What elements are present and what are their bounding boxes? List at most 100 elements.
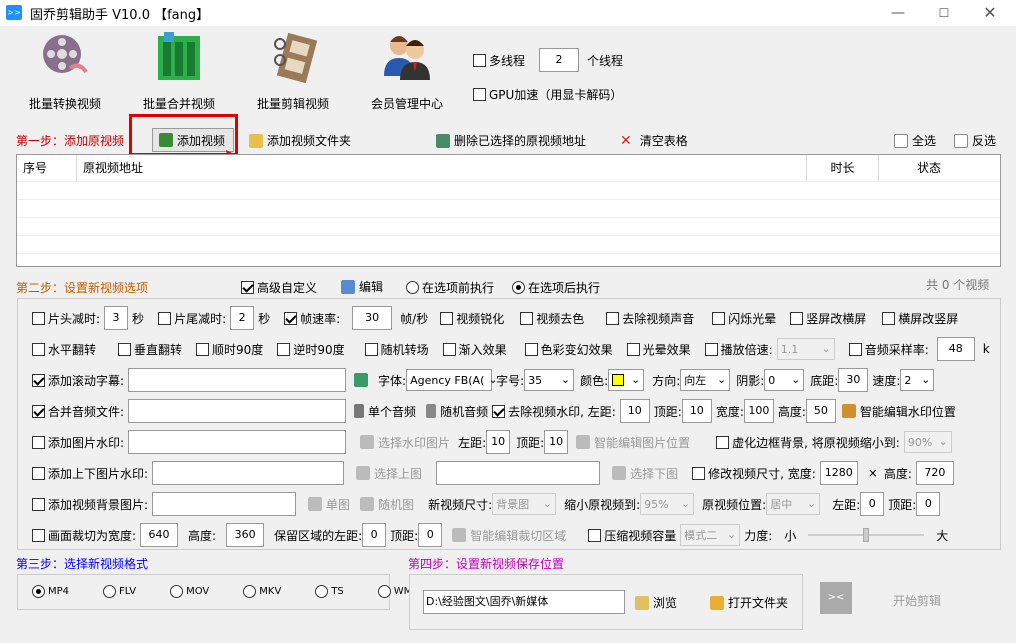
wm-height-input[interactable]: 50 <box>805 399 836 423</box>
start-clip-button[interactable]: 开始剪辑 <box>893 592 941 609</box>
crop-left-input[interactable]: 0 <box>362 523 387 547</box>
exec-after-radio[interactable] <box>512 281 525 294</box>
minimize-button[interactable]: — <box>875 0 921 26</box>
subtitle-input[interactable] <box>128 368 347 392</box>
choose-down-button[interactable]: 选择下图 <box>630 465 678 482</box>
tail-cut-checkbox[interactable] <box>158 311 172 325</box>
open-folder-button[interactable]: 打开文件夹 <box>710 594 788 611</box>
fadein-checkbox[interactable] <box>442 342 456 356</box>
exec-before-radio[interactable] <box>406 281 419 294</box>
select-all-button[interactable]: 全选 <box>894 132 936 149</box>
speed-checkbox[interactable] <box>704 342 718 356</box>
compress-mode-select[interactable]: 模式二 <box>680 524 741 546</box>
random-transition-checkbox[interactable] <box>364 342 378 356</box>
decolor-checkbox[interactable] <box>520 311 534 325</box>
merge-audio-input[interactable] <box>128 399 347 423</box>
choose-wm-image-button[interactable]: 选择水印图片 <box>378 434 450 451</box>
img-left-input[interactable]: 10 <box>486 430 511 454</box>
close-button[interactable]: ✕ <box>967 0 1013 26</box>
thread-count-input[interactable]: 2 <box>539 48 580 72</box>
smart-wm-button[interactable]: 智能编辑水印位置 <box>860 403 956 420</box>
format-ts-radio[interactable] <box>315 585 329 598</box>
merge-audio-checkbox[interactable] <box>32 404 45 418</box>
h2v-checkbox[interactable] <box>882 311 896 325</box>
edit-button[interactable]: 编辑 <box>341 278 383 295</box>
crop-top-input[interactable]: 0 <box>418 523 443 547</box>
tail-cut-input[interactable]: 2 <box>230 306 255 330</box>
shadow-select[interactable]: 0 <box>764 369 805 391</box>
wm-width-input[interactable]: 100 <box>743 399 774 423</box>
samplerate-input[interactable]: 48 <box>936 337 975 361</box>
down-image-input[interactable] <box>436 461 601 485</box>
resize-width-input[interactable]: 1280 <box>819 461 858 485</box>
image-wm-checkbox[interactable] <box>32 435 45 449</box>
crop-width-input[interactable]: 640 <box>140 523 179 547</box>
cw90-checkbox[interactable] <box>196 342 210 356</box>
image-wm-input[interactable] <box>128 430 347 454</box>
subtitle-checkbox[interactable] <box>32 373 45 387</box>
invert-button[interactable]: 反选 <box>954 132 996 149</box>
halo-checkbox[interactable] <box>626 342 640 356</box>
format-flv-radio[interactable] <box>103 585 117 598</box>
clear-table-button[interactable]: ✕ 清空表格 <box>620 132 688 149</box>
crop-checkbox[interactable] <box>32 528 45 542</box>
browse-button[interactable]: 浏览 <box>635 594 677 611</box>
tb-wm-checkbox[interactable] <box>32 466 45 480</box>
smart-img-button[interactable]: 智能编辑图片位置 <box>594 434 690 451</box>
multi-thread-checkbox[interactable] <box>473 53 486 67</box>
batch-clip-button[interactable]: 批量剪辑视频 <box>238 30 348 112</box>
smart-crop-button[interactable]: 智能编辑裁切区域 <box>470 527 566 544</box>
hflip-checkbox[interactable] <box>32 342 45 356</box>
ccw90-checkbox[interactable] <box>277 342 291 356</box>
delete-selected-button[interactable]: 删除已选择的原视频地址 <box>436 132 586 149</box>
bg-image-input[interactable] <box>152 492 297 516</box>
head-cut-input[interactable]: 3 <box>104 306 129 330</box>
col-index[interactable]: 序号 <box>17 155 77 181</box>
col-status[interactable]: 状态 <box>879 155 979 181</box>
subtitle-speed-select[interactable]: 2 <box>900 369 935 391</box>
remove-audio-checkbox[interactable] <box>606 311 620 325</box>
choose-up-button[interactable]: 选择上图 <box>374 465 422 482</box>
save-path-input[interactable]: D:\经验图文\固乔\新媒体 <box>423 590 625 614</box>
head-cut-checkbox[interactable] <box>32 311 45 325</box>
add-folder-button[interactable]: 添加视频文件夹 <box>249 132 351 149</box>
wm-top-input[interactable]: 10 <box>681 399 712 423</box>
speed-select[interactable]: 1.1 <box>776 338 835 360</box>
single-audio-button[interactable]: 单个音频 <box>368 403 416 420</box>
position-select[interactable]: 居中 <box>766 493 821 515</box>
new-size-select[interactable]: 背景图 <box>492 493 557 515</box>
format-mp4-radio[interactable] <box>32 585 45 598</box>
single-image-button[interactable]: 单图 <box>326 496 350 513</box>
format-mov-radio[interactable] <box>170 585 184 598</box>
force-slider-thumb[interactable] <box>863 528 870 542</box>
shrink-select[interactable]: 95% <box>640 493 695 515</box>
random-image-button[interactable]: 随机图 <box>378 496 414 513</box>
col-duration[interactable]: 时长 <box>807 155 879 181</box>
bg-top-input[interactable]: 0 <box>916 492 941 516</box>
advanced-checkbox[interactable] <box>241 281 254 294</box>
format-wmv-radio[interactable] <box>377 585 391 598</box>
direction-select[interactable]: 向左 <box>680 369 731 391</box>
random-audio-button[interactable]: 随机音频 <box>440 403 488 420</box>
crop-height-input[interactable]: 360 <box>226 523 265 547</box>
sharpen-checkbox[interactable] <box>440 311 454 325</box>
fps-checkbox[interactable] <box>284 311 298 325</box>
gpu-checkbox[interactable] <box>473 88 486 101</box>
format-mkv-radio[interactable] <box>243 585 257 598</box>
subtitle-edit-icon[interactable] <box>354 373 369 387</box>
flash-checkbox[interactable] <box>712 311 726 325</box>
color-magic-checkbox[interactable] <box>524 342 538 356</box>
samplerate-checkbox[interactable] <box>848 342 862 356</box>
fontsize-select[interactable]: 35 <box>524 369 575 391</box>
img-top-input[interactable]: 10 <box>544 430 569 454</box>
fps-input[interactable]: 30 <box>352 306 393 330</box>
force-slider[interactable] <box>808 528 925 542</box>
wm-left-input[interactable]: 10 <box>619 399 650 423</box>
start-clip-icon[interactable]: >< <box>820 582 852 614</box>
maximize-button[interactable]: ☐ <box>921 0 967 26</box>
blur-select[interactable]: 90% <box>903 431 952 453</box>
v2h-checkbox[interactable] <box>790 311 804 325</box>
member-center-button[interactable]: 会员管理中心 <box>352 30 462 112</box>
resize-height-input[interactable]: 720 <box>915 461 954 485</box>
blur-checkbox[interactable] <box>716 435 730 449</box>
